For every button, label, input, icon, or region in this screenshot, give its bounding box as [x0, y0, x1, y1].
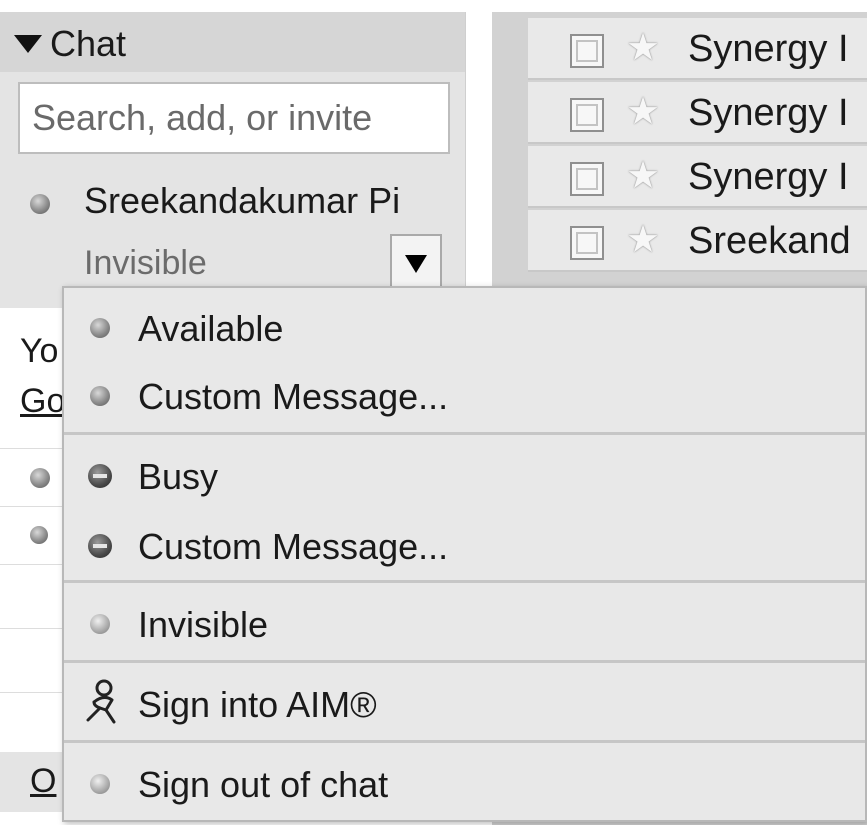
chat-footer-link[interactable]: O [30, 762, 56, 801]
divider [0, 448, 70, 449]
menu-item-custom-available[interactable]: Custom Message... [64, 362, 865, 428]
mail-sender: Synergy I [688, 28, 849, 70]
mail-sender: Sreekand [688, 220, 851, 262]
menu-divider [64, 660, 865, 663]
status-dropdown-button[interactable] [390, 234, 442, 294]
collapse-triangle-icon [14, 35, 42, 53]
contact-status-dot-icon [30, 526, 48, 544]
row-checkbox[interactable] [570, 226, 604, 260]
star-icon[interactable]: ★ [626, 154, 660, 198]
menu-item-label: Invisible [138, 604, 269, 645]
menu-item-label: Sign into AIM® [138, 684, 377, 725]
mail-sender: Synergy I [688, 156, 849, 198]
menu-divider [64, 580, 865, 583]
divider [0, 506, 70, 507]
menu-item-sign-into-aim[interactable]: Sign into AIM® [64, 670, 865, 736]
menu-divider [64, 432, 865, 435]
mail-row[interactable]: ★ Synergy I [528, 146, 867, 208]
signout-dot-icon [90, 774, 110, 794]
row-checkbox[interactable] [570, 34, 604, 68]
menu-item-label: Custom Message... [138, 376, 449, 417]
my-status-row: Sreekandakumar Pi Invisible [0, 162, 465, 302]
divider [0, 692, 70, 693]
menu-divider [64, 740, 865, 743]
menu-item-busy[interactable]: Busy [64, 442, 865, 508]
mail-row[interactable]: ★ Synergy I [528, 82, 867, 144]
my-name: Sreekandakumar Pi [84, 180, 401, 221]
mail-sender: Synergy I [688, 92, 849, 134]
mail-row[interactable]: ★ Synergy I [528, 18, 867, 80]
menu-item-label: Busy [138, 456, 219, 497]
status-menu: Available Custom Message... Busy Custom … [62, 286, 867, 822]
chat-toggle[interactable]: Chat [14, 26, 154, 62]
busy-icon [88, 534, 112, 558]
row-checkbox[interactable] [570, 98, 604, 132]
star-icon[interactable]: ★ [626, 218, 660, 262]
menu-item-sign-out[interactable]: Sign out of chat [64, 750, 865, 816]
contact-status-dot-icon [30, 468, 50, 488]
chevron-down-icon [405, 255, 427, 273]
row-checkbox[interactable] [570, 162, 604, 196]
menu-item-label: Available [138, 308, 284, 349]
invisible-dot-icon [90, 614, 110, 634]
menu-item-custom-busy[interactable]: Custom Message... [64, 512, 865, 578]
available-dot-icon [90, 386, 110, 406]
my-status-dot-icon [30, 194, 50, 214]
busy-icon [88, 464, 112, 488]
chat-title: Chat [50, 23, 127, 64]
mail-row[interactable]: ★ Sreekand [528, 210, 867, 272]
info-text-fragment: Yo [20, 332, 59, 370]
menu-item-label: Custom Message... [138, 526, 449, 567]
divider [0, 564, 70, 565]
aim-person-icon [86, 679, 116, 724]
menu-item-available[interactable]: Available [64, 294, 865, 360]
info-link-fragment[interactable]: Go [20, 382, 65, 421]
star-icon[interactable]: ★ [626, 26, 660, 70]
my-status-text: Invisible [84, 244, 207, 282]
star-icon[interactable]: ★ [626, 90, 660, 134]
available-dot-icon [90, 318, 110, 338]
divider [0, 628, 70, 629]
menu-item-invisible[interactable]: Invisible [64, 590, 865, 656]
menu-item-label: Sign out of chat [138, 764, 389, 805]
chat-search-input[interactable] [18, 82, 450, 154]
chat-header: Chat [0, 12, 465, 72]
